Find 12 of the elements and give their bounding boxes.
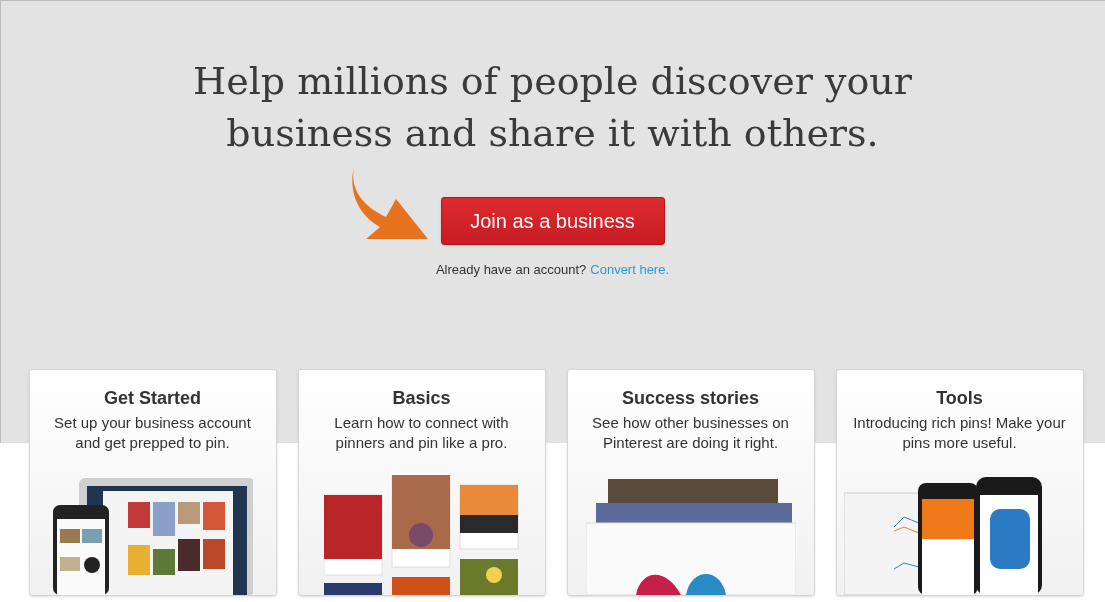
card-description: See how other businesses on Pinterest are doing it right. — [591, 412, 790, 453]
card-title[interactable]: Success stories — [621, 386, 760, 409]
card-title[interactable]: Basics — [392, 386, 451, 409]
card-title[interactable]: Get Started — [104, 386, 201, 409]
card-description: Set up your business account and get prepped to pin. — [53, 412, 252, 453]
headline: business and share it with others. — [226, 110, 879, 157]
join-button[interactable]: Join as a business — [440, 197, 665, 245]
card-description: Introducing rich pins! Make your pins more useful. — [852, 412, 1067, 453]
card-title[interactable]: Tools — [936, 386, 983, 409]
card-description: Learn how to connect with pinners and pin like a pro. — [333, 412, 510, 453]
account-prompt: Already have an account? — [435, 261, 587, 279]
headline: Help millions of people discover your — [193, 58, 912, 105]
